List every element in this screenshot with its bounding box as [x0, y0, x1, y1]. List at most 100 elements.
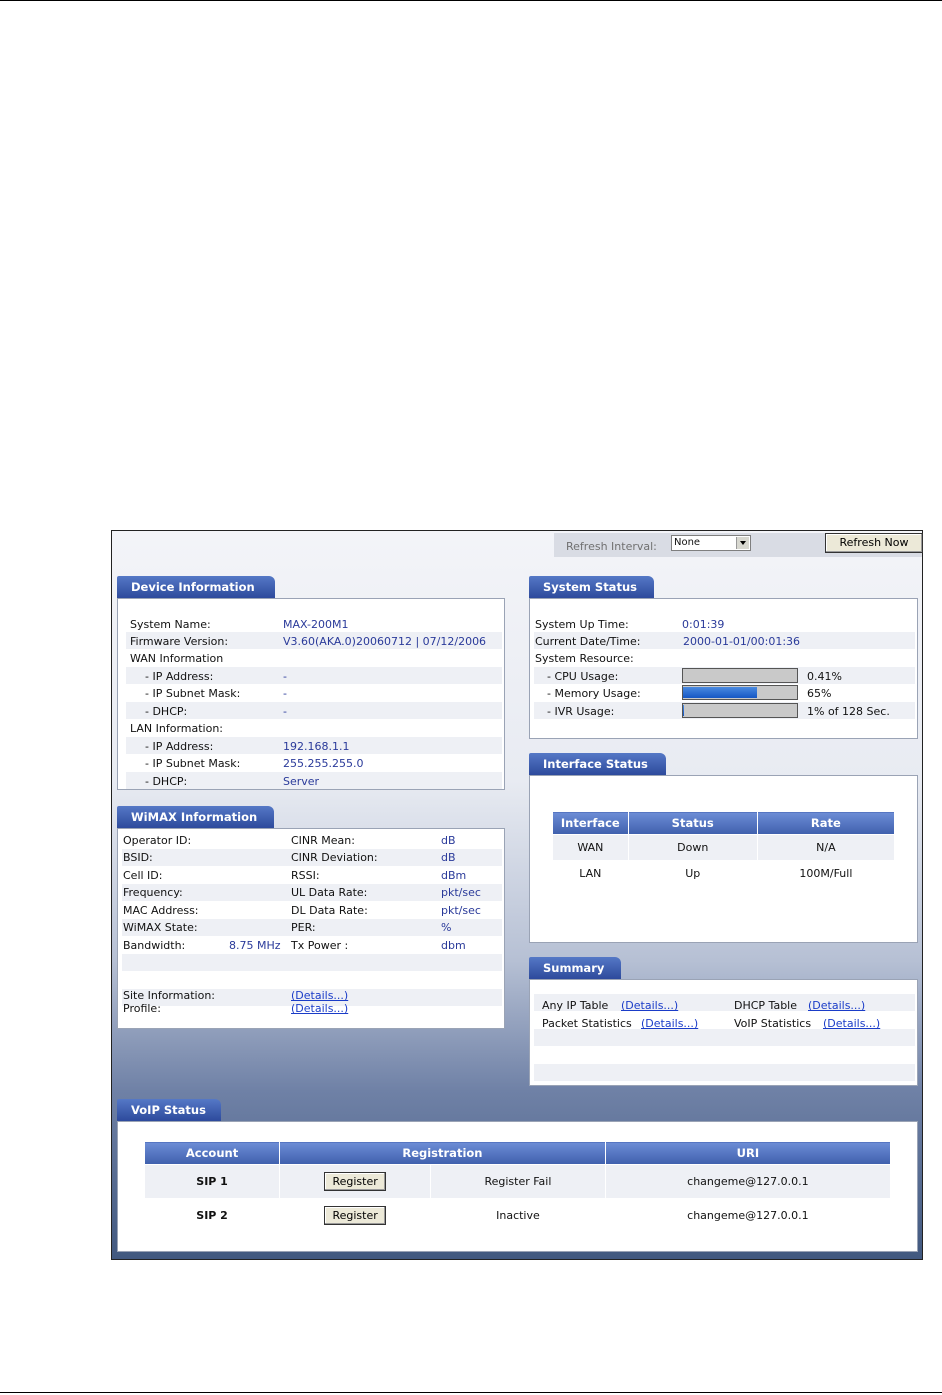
- rate-column-header: Rate: [756, 811, 896, 835]
- wimax-state-label: WiMAX State:: [123, 921, 198, 934]
- rssi-label: RSSI:: [291, 869, 320, 882]
- refresh-now-button[interactable]: Refresh Now: [825, 533, 923, 553]
- status-column-header: Status: [627, 811, 758, 835]
- registration-cell: Register Fail: [430, 1164, 606, 1199]
- cpu-usage-bar: [682, 668, 798, 683]
- profile-details-link[interactable]: (Details...): [291, 1002, 348, 1015]
- wan-mask-value: -: [283, 687, 287, 700]
- voip-statistics-details-link[interactable]: (Details...): [823, 1017, 880, 1030]
- wan-mask-label: - IP Subnet Mask:: [145, 687, 241, 700]
- account-column-header: Account: [143, 1141, 281, 1165]
- registration-cell: Inactive: [430, 1198, 606, 1233]
- mac-address-label: MAC Address:: [123, 904, 199, 917]
- memory-usage-bar: [682, 685, 798, 700]
- rate-cell: 100M/Full: [756, 860, 896, 887]
- tx-power-label: Tx Power :: [291, 939, 349, 952]
- lan-mask-value: 255.255.255.0: [283, 757, 364, 770]
- account-cell: SIP 1: [143, 1164, 281, 1199]
- firmware-label: Firmware Version:: [130, 635, 229, 648]
- device-information-title: Device Information: [117, 576, 275, 598]
- refresh-interval-value: None: [674, 537, 701, 548]
- interface-status-table: Interface Status Rate WAN Down N/A LAN U…: [552, 811, 896, 887]
- account-cell: SIP 2: [143, 1198, 281, 1233]
- site-information-label: Site Information:: [123, 989, 215, 1002]
- lan-ip-label: - IP Address:: [145, 740, 214, 753]
- voip-status-title: VoIP Status: [117, 1099, 221, 1121]
- summary-panel: [529, 979, 918, 1086]
- refresh-interval-select[interactable]: None: [671, 535, 751, 551]
- interface-column-header: Interface: [552, 811, 629, 835]
- ivr-usage-bar: [682, 703, 798, 718]
- interface-cell: WAN: [552, 834, 629, 861]
- wimax-information-title: WiMAX Information: [117, 806, 274, 828]
- cinr-mean-unit: dB: [441, 834, 456, 847]
- dhcp-table-details-link[interactable]: (Details...): [808, 999, 865, 1012]
- register-button[interactable]: Register: [324, 1172, 387, 1191]
- firmware-value: V3.60(AKA.0)20060712 | 07/12/2006: [283, 635, 487, 648]
- system-name-value: MAX-200M1: [283, 618, 349, 631]
- bandwidth-value: 8.75 MHz: [229, 939, 281, 952]
- voip-statistics-label: VoIP Statistics: [734, 1017, 812, 1030]
- table-row: LAN Up 100M/Full: [552, 860, 896, 887]
- status-screen: Refresh Interval: None Refresh Now Devic…: [111, 530, 923, 1260]
- lan-mask-label: - IP Subnet Mask:: [145, 757, 241, 770]
- frequency-label: Frequency:: [123, 886, 183, 899]
- lan-ip-value: 192.168.1.1: [283, 740, 350, 753]
- wan-ip-value: -: [283, 670, 287, 683]
- site-information-details-link[interactable]: (Details...): [291, 989, 348, 1002]
- memory-usage-value: 65%: [807, 687, 832, 700]
- ivr-usage-value: 1% of 128 Sec.: [807, 705, 890, 718]
- uri-cell: changeme@127.0.0.1: [604, 1198, 892, 1233]
- table-row: SIP 2 Register Inactive changeme@127.0.0…: [143, 1198, 892, 1233]
- system-status-title: System Status: [529, 576, 654, 598]
- cpu-usage-value: 0.41%: [807, 670, 842, 683]
- table-row: SIP 1 Register Register Fail changeme@12…: [143, 1164, 892, 1199]
- any-ip-table-details-link[interactable]: (Details...): [621, 999, 678, 1012]
- ivr-usage-label: - IVR Usage:: [547, 705, 615, 718]
- per-unit: %: [441, 921, 452, 934]
- uri-column-header: URI: [604, 1141, 892, 1165]
- rate-cell: N/A: [756, 834, 896, 861]
- cpu-usage-label: - CPU Usage:: [547, 670, 619, 683]
- packet-statistics-details-link[interactable]: (Details...): [641, 1017, 698, 1030]
- dhcp-table-label: DHCP Table: [734, 999, 797, 1012]
- status-cell: Down: [627, 834, 758, 861]
- cinr-deviation-unit: dB: [441, 851, 456, 864]
- profile-label: Profile:: [123, 1002, 161, 1015]
- system-up-time-label: System Up Time:: [535, 618, 629, 631]
- cinr-deviation-label: CINR Deviation:: [291, 851, 378, 864]
- lan-dhcp-value: Server: [283, 775, 320, 788]
- lan-information-label: LAN Information:: [130, 722, 224, 735]
- page-top-rule: [0, 0, 942, 1]
- ivr-usage-bar-fill: [683, 705, 685, 716]
- wan-ip-label: - IP Address:: [145, 670, 214, 683]
- register-button[interactable]: Register: [324, 1206, 387, 1225]
- voip-status-table: Account Registration URI SIP 1 Register …: [143, 1141, 892, 1233]
- interface-status-title: Interface Status: [529, 753, 666, 775]
- summary-title: Summary: [529, 957, 621, 979]
- current-date-time-label: Current Date/Time:: [535, 635, 641, 648]
- dl-data-rate-unit: pkt/sec: [441, 904, 481, 917]
- operator-id-label: Operator ID:: [123, 834, 192, 847]
- per-label: PER:: [291, 921, 316, 934]
- ul-data-rate-label: UL Data Rate:: [291, 886, 368, 899]
- chevron-down-icon[interactable]: [736, 537, 749, 549]
- bsid-label: BSID:: [123, 851, 153, 864]
- current-date-time-value: 2000-01-01/00:01:36: [683, 635, 801, 648]
- any-ip-table-label: Any IP Table: [542, 999, 609, 1012]
- packet-statistics-label: Packet Statistics: [542, 1017, 632, 1030]
- memory-usage-label: - Memory Usage:: [547, 687, 641, 700]
- uri-cell: changeme@127.0.0.1: [604, 1164, 892, 1199]
- table-row: WAN Down N/A: [552, 834, 896, 861]
- ul-data-rate-unit: pkt/sec: [441, 886, 481, 899]
- status-cell: Up: [627, 860, 758, 887]
- dl-data-rate-label: DL Data Rate:: [291, 904, 368, 917]
- registration-column-header: Registration: [279, 1141, 606, 1165]
- tx-power-unit: dbm: [441, 939, 466, 952]
- lan-dhcp-label: - DHCP:: [145, 775, 188, 788]
- refresh-interval-label: Refresh Interval:: [566, 540, 657, 553]
- wan-dhcp-value: -: [283, 705, 287, 718]
- system-up-time-value: 0:01:39: [682, 618, 725, 631]
- system-name-label: System Name:: [130, 618, 211, 631]
- rssi-unit: dBm: [441, 869, 467, 882]
